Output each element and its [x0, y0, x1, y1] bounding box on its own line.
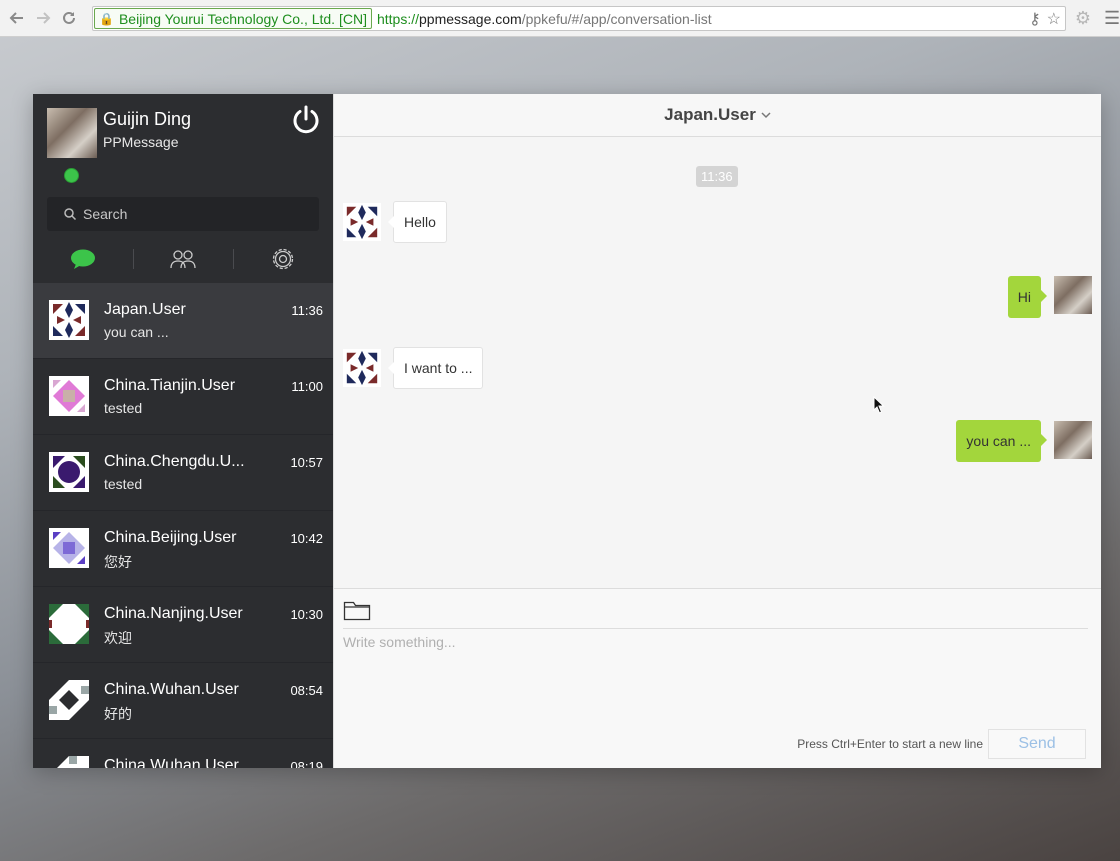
avatar[interactable]: [1054, 276, 1092, 314]
chat-header[interactable]: Japan.User: [334, 94, 1101, 137]
profile-name: Guijin Ding: [103, 109, 192, 129]
conversation-item[interactable]: China.Nanjing.User 10:30 欢迎: [33, 587, 333, 663]
url-path: /ppkefu/#/app/conversation-list: [521, 10, 712, 27]
mouse-cursor-icon: [873, 396, 885, 414]
chat-title[interactable]: Japan.User: [664, 105, 756, 125]
sidebar: Guijin Ding PPMessage Search Japan.User …: [33, 94, 333, 768]
arrow-right-icon: [37, 12, 51, 24]
conversation-time: 08:54: [290, 683, 323, 698]
send-button[interactable]: Send: [988, 729, 1086, 759]
browser-menu-icon[interactable]: ☰: [1104, 8, 1120, 28]
reload-icon: [63, 11, 75, 24]
message-composer: Press Ctrl+Enter to start a new line Sen…: [334, 588, 1101, 768]
app-window: Guijin Ding PPMessage Search Japan.User …: [33, 94, 1101, 768]
conversation-item[interactable]: China.Chengdu.U... 10:57 tested: [33, 435, 333, 511]
conversation-list: Japan.User 11:36 you can ... China.Tianj…: [33, 283, 333, 768]
conversation-item[interactable]: China.Tianjin.User 11:00 tested: [33, 359, 333, 435]
conversation-name: Japan.User: [104, 301, 186, 318]
forward-button[interactable]: [30, 5, 56, 31]
conversation-name: China.Nanjing.User: [104, 605, 243, 622]
chevron-down-icon[interactable]: [761, 110, 771, 120]
conversation-item[interactable]: China.Wuhan.User 08:19: [33, 739, 333, 768]
reload-button[interactable]: [56, 5, 82, 31]
avatar: [49, 680, 89, 720]
conversation-time: 11:00: [291, 379, 323, 394]
time-divider: 11:36: [696, 166, 738, 187]
message-bubble[interactable]: Hi: [1007, 276, 1048, 318]
power-icon[interactable]: [290, 104, 322, 136]
avatar: [49, 376, 89, 416]
conversation-time: 08:19: [290, 759, 323, 768]
tab-settings[interactable]: [233, 239, 333, 279]
lock-icon: 🔒: [99, 11, 114, 26]
browser-toolbar: 🔒 Beijing Yourui Technology Co., Ltd. [C…: [0, 0, 1120, 37]
conversation-name: China.Wuhan.User: [104, 757, 239, 768]
online-status-dot[interactable]: [64, 168, 79, 183]
conversation-preview: 您好: [104, 554, 132, 570]
settings-gear-icon: [272, 248, 294, 270]
conversation-preview: 好的: [104, 706, 132, 722]
avatar: [49, 604, 89, 644]
chat-panel: Japan.User 11:36 Hello Hi I want to ... …: [333, 94, 1101, 768]
bookmark-star-icon[interactable]: ☆: [1047, 9, 1061, 29]
conversation-time: 11:36: [291, 303, 323, 318]
folder-icon[interactable]: [343, 598, 371, 622]
conversation-preview: tested: [104, 400, 143, 416]
url-scheme: https://: [376, 10, 419, 27]
url-text: https://ppmessage.com/ppkefu/#/app/conve…: [377, 11, 712, 27]
conversation-item[interactable]: China.Wuhan.User 08:54 好的: [33, 663, 333, 739]
message-input[interactable]: [343, 634, 1088, 714]
search-input[interactable]: [83, 206, 303, 222]
tab-conversations[interactable]: [33, 239, 133, 279]
search-box: [47, 197, 319, 231]
message-bubble[interactable]: you can ...: [956, 420, 1047, 462]
profile-header: Guijin Ding PPMessage: [33, 94, 333, 189]
conversation-item[interactable]: Japan.User 11:36 you can ...: [33, 283, 333, 359]
avatar[interactable]: [343, 349, 381, 387]
url-host: ppmessage.com: [419, 10, 522, 27]
ev-certificate-label: Beijing Yourui Technology Co., Ltd. [CN]: [118, 10, 367, 27]
conversation-preview: 欢迎: [104, 630, 132, 646]
contacts-icon: [170, 250, 196, 269]
composer-divider: [343, 628, 1088, 629]
conversation-time: 10:42: [290, 531, 323, 546]
message-bubble[interactable]: I want to ...: [387, 347, 484, 389]
chat-bubble-icon: [71, 249, 95, 269]
newline-hint: Press Ctrl+Enter to start a new line: [797, 737, 983, 751]
avatar[interactable]: [1054, 421, 1092, 459]
key-icon[interactable]: ⚷: [1029, 9, 1041, 29]
conversation-name: China.Beijing.User: [104, 529, 237, 546]
avatar: [49, 452, 89, 492]
sidebar-tabbar: [33, 239, 333, 279]
avatar: [49, 528, 89, 568]
extension-icon[interactable]: ⚙: [1073, 8, 1093, 28]
avatar: [49, 756, 89, 768]
conversation-preview: you can ...: [104, 324, 169, 340]
back-button[interactable]: [4, 5, 30, 31]
conversation-name: China.Tianjin.User: [104, 377, 236, 394]
profile-avatar[interactable]: [47, 108, 97, 158]
profile-org: PPMessage: [103, 134, 179, 150]
conversation-time: 10:30: [290, 607, 323, 622]
address-bar[interactable]: 🔒 Beijing Yourui Technology Co., Ltd. [C…: [92, 6, 1066, 31]
conversation-name: China.Wuhan.User: [104, 681, 239, 698]
conversation-name: China.Chengdu.U...: [104, 453, 245, 470]
message-bubble[interactable]: Hello: [388, 201, 447, 243]
avatar: [49, 300, 89, 340]
tab-contacts[interactable]: [133, 239, 233, 279]
ev-certificate-badge[interactable]: 🔒 Beijing Yourui Technology Co., Ltd. [C…: [94, 8, 372, 29]
message-list: 11:36 Hello Hi I want to ... you can ...: [334, 138, 1101, 588]
search-icon: [64, 208, 77, 221]
arrow-left-icon: [9, 12, 23, 24]
conversation-time: 10:57: [290, 455, 323, 470]
avatar[interactable]: [343, 203, 381, 241]
conversation-item[interactable]: China.Beijing.User 10:42 您好: [33, 511, 333, 587]
conversation-preview: tested: [104, 476, 143, 492]
